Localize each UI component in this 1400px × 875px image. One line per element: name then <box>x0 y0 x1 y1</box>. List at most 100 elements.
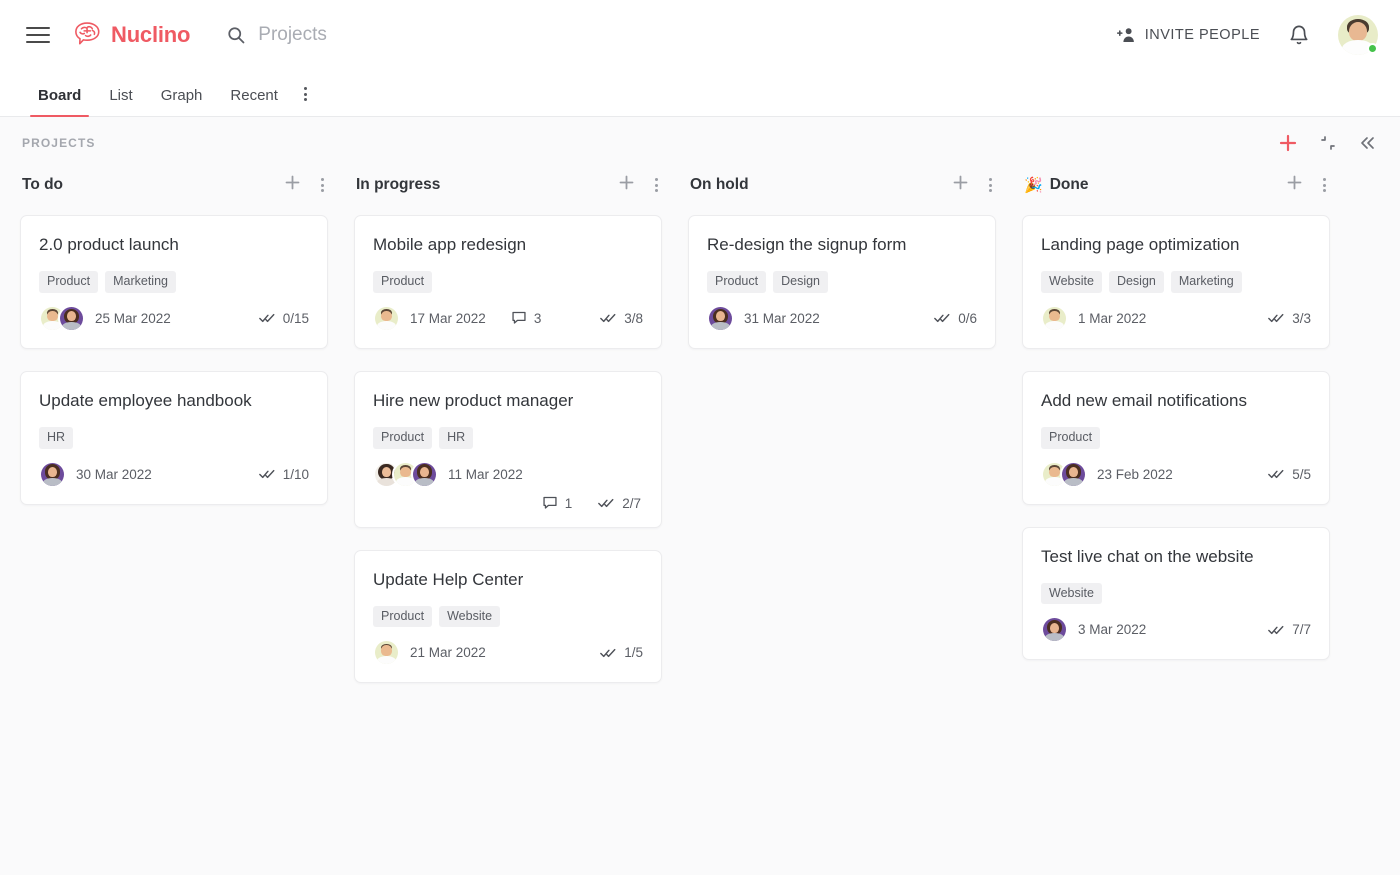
column-add-card-button[interactable] <box>1286 174 1303 196</box>
card-title: Update Help Center <box>373 569 524 589</box>
card-tasks: 3/3 <box>1268 311 1311 326</box>
column-in-progress: In progress Mobile app redesign Product … <box>354 167 662 684</box>
card-avatars[interactable] <box>373 639 400 667</box>
card-tags: Website <box>1041 582 1311 605</box>
board-area: PROJECTS To do 2.0 product launch Produc… <box>0 117 1400 875</box>
card[interactable]: Update Help Center Product Website 21 Ma… <box>354 549 662 684</box>
tag[interactable]: Product <box>373 605 433 628</box>
plus-icon <box>1279 134 1297 152</box>
search-area[interactable] <box>226 24 1116 46</box>
card[interactable]: Update employee handbook HR 30 Mar 2022 … <box>20 370 328 505</box>
card-avatars[interactable] <box>373 304 400 332</box>
column-header: In progress <box>354 167 662 203</box>
card-title: Update employee handbook <box>39 390 252 410</box>
tag[interactable]: Product <box>373 427 433 449</box>
tabs-more-icon[interactable] <box>292 87 321 116</box>
card[interactable]: Add new email notifications Product 23 F… <box>1022 370 1330 505</box>
column-done: 🎉 Done Landing page optimization Website… <box>1022 167 1330 661</box>
search-input[interactable] <box>258 24 679 46</box>
tag[interactable]: Product <box>373 271 433 293</box>
card-date: 17 Mar 2022 <box>410 310 486 326</box>
card[interactable]: 2.0 product launch Product Marketing 25 … <box>20 215 328 349</box>
card-title: Mobile app redesign <box>373 235 527 254</box>
card-date: 31 Mar 2022 <box>744 310 820 326</box>
tab-board[interactable]: Board <box>24 88 95 117</box>
card-tasks-count: 1/5 <box>624 645 643 661</box>
column-add-card-button[interactable] <box>618 174 635 196</box>
collapse-sidebar-button[interactable] <box>1358 134 1376 152</box>
card-avatars[interactable] <box>1041 304 1068 332</box>
tag[interactable]: Product <box>1041 427 1101 449</box>
brand-logo-group[interactable]: Nuclino <box>72 21 190 49</box>
card[interactable]: Test live chat on the website Website 3 … <box>1022 526 1330 661</box>
card[interactable]: Hire new product manager Product HR 11 M… <box>354 370 662 528</box>
tag[interactable]: Website <box>439 605 501 628</box>
card-tags: Product HR <box>373 427 643 449</box>
card-date: 11 Mar 2022 <box>448 466 523 482</box>
column-on-hold: On hold Re-design the signup form Produc… <box>688 167 996 349</box>
card-tags: Product <box>1041 427 1311 449</box>
column-cards: Landing page optimization Website Design… <box>1022 215 1330 661</box>
double-check-icon <box>1268 469 1284 479</box>
collapse-view-button[interactable] <box>1320 135 1336 151</box>
column-menu-icon[interactable] <box>655 178 658 192</box>
column-title: To do <box>22 176 63 194</box>
card-tags: Product Design <box>707 271 977 293</box>
card-tasks: 1/10 <box>258 467 309 482</box>
card-avatars[interactable] <box>1041 460 1087 488</box>
party-popper-icon: 🎉 <box>1024 176 1043 194</box>
card-date: 1 Mar 2022 <box>1078 310 1147 326</box>
tag[interactable]: Product <box>707 271 767 293</box>
tag[interactable]: Design <box>773 271 829 293</box>
hamburger-icon[interactable] <box>26 22 52 48</box>
chevrons-left-icon <box>1361 137 1374 149</box>
column-add-card-button[interactable] <box>952 174 969 196</box>
tag[interactable]: Marketing <box>105 271 176 293</box>
column-title-label: In progress <box>356 176 441 193</box>
column-menu-icon[interactable] <box>1323 178 1326 192</box>
card-avatars[interactable] <box>1041 616 1068 644</box>
card-avatars[interactable] <box>707 304 734 332</box>
card-date: 23 Feb 2022 <box>1097 466 1173 482</box>
avatar[interactable] <box>1338 15 1378 55</box>
avatar <box>373 304 400 332</box>
column-add-card-button[interactable] <box>284 174 301 196</box>
card[interactable]: Re-design the signup form Product Design <box>688 215 996 349</box>
column-title-label: On hold <box>690 176 749 193</box>
invite-people-button[interactable]: INVITE PEOPLE <box>1116 26 1260 44</box>
card-tasks-count: 0/15 <box>282 310 309 326</box>
bell-icon[interactable] <box>1288 24 1310 46</box>
card[interactable]: Landing page optimization Website Design… <box>1022 215 1330 349</box>
column-menu-icon[interactable] <box>321 178 324 192</box>
card-avatars[interactable] <box>39 304 85 332</box>
tab-recent[interactable]: Recent <box>216 88 292 116</box>
tab-graph[interactable]: Graph <box>147 88 217 116</box>
card-avatars[interactable] <box>39 460 66 488</box>
avatar <box>411 460 438 488</box>
column-menu-icon[interactable] <box>989 178 992 192</box>
column-to-do: To do 2.0 product launch Product Marketi… <box>20 167 328 505</box>
card-tasks-count: 3/8 <box>624 310 643 326</box>
column-title: On hold <box>690 176 749 194</box>
tag[interactable]: HR <box>39 427 74 449</box>
card-meta: 21 Mar 2022 1/5 <box>373 639 643 667</box>
collapse-icon <box>1321 136 1335 150</box>
column-title: 🎉 Done <box>1024 176 1088 194</box>
page-title: PROJECTS <box>22 136 96 150</box>
add-item-button[interactable] <box>1278 133 1298 153</box>
card-tags: Product Website <box>373 605 643 628</box>
plus-icon <box>285 175 300 190</box>
card-avatars[interactable] <box>373 460 438 488</box>
tab-list[interactable]: List <box>95 88 146 116</box>
tag[interactable]: Product <box>39 271 99 293</box>
tag[interactable]: Marketing <box>1170 271 1242 293</box>
double-check-icon <box>1268 625 1284 634</box>
tag[interactable]: Design <box>1108 271 1164 293</box>
brand-name: Nuclino <box>111 22 191 47</box>
tag[interactable]: HR <box>439 427 474 449</box>
tag[interactable]: Website <box>1041 582 1102 605</box>
card[interactable]: Mobile app redesign Product 17 Mar 2022 … <box>354 215 662 349</box>
double-check-icon <box>258 314 275 323</box>
card-tasks: 5/5 <box>1268 467 1311 482</box>
tag[interactable]: Website <box>1041 271 1102 293</box>
